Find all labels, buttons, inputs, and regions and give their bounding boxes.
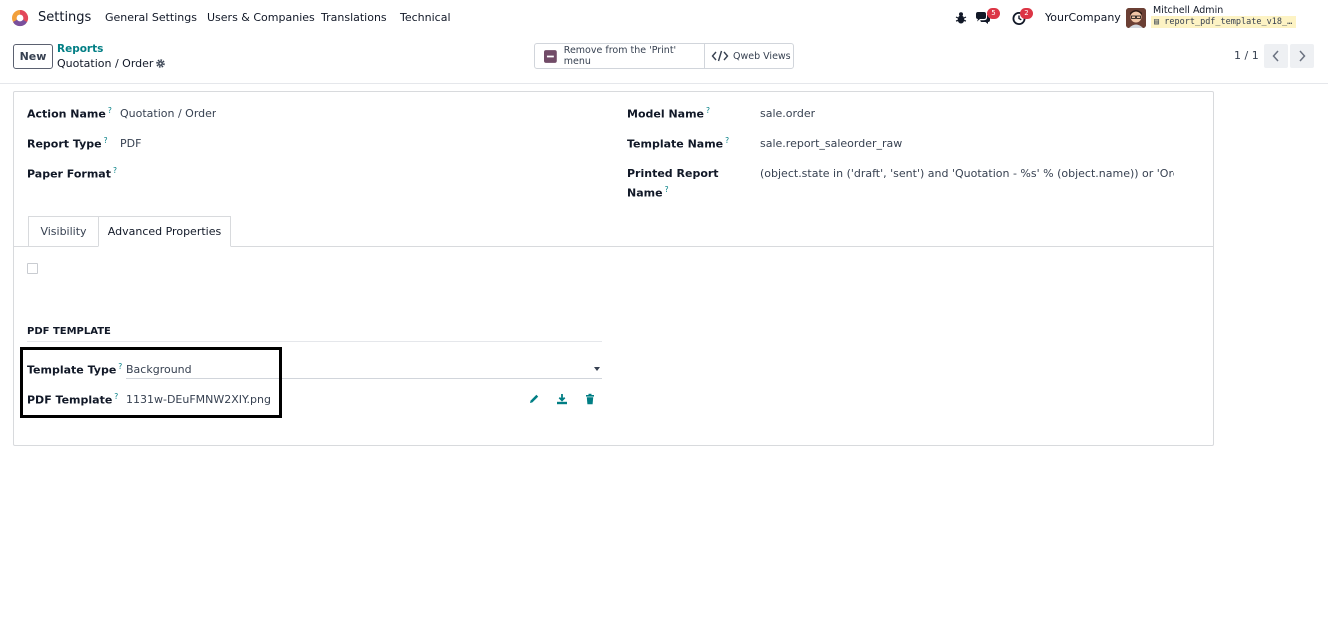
qweb-views-label: Qweb Views <box>733 50 791 62</box>
model-name-field[interactable]: sale.order <box>760 107 815 120</box>
remove-from-print-menu-label: Remove from the 'Print' menu <box>563 45 677 67</box>
report-type-label: Report Type? <box>27 136 108 151</box>
user-avatar[interactable] <box>1126 8 1146 28</box>
code-icon <box>711 50 729 62</box>
database-icon: ▤ <box>1154 17 1165 27</box>
pdf-template-section-title: PDF TEMPLATE <box>27 326 111 337</box>
printed-report-label-line1: Printed Report <box>627 167 719 180</box>
pager-previous-button[interactable] <box>1264 44 1288 68</box>
action-name-field[interactable]: Quotation / Order <box>120 107 216 120</box>
minus-square-icon <box>544 49 557 63</box>
action-name-label-text: Action Name <box>27 107 106 121</box>
printed-report-name-field[interactable]: (object.state in ('draft', 'sent') and '… <box>760 167 1174 180</box>
trash-icon[interactable] <box>584 393 596 405</box>
template-name-label-text: Template Name <box>627 137 724 151</box>
remove-from-print-menu-button[interactable]: Remove from the 'Print' menu <box>535 44 704 68</box>
edit-pencil-icon[interactable] <box>528 393 540 405</box>
help-tooltip-icon[interactable]: ? <box>113 166 117 175</box>
control-panel-divider <box>0 83 1328 84</box>
gear-icon[interactable] <box>155 58 166 69</box>
action-button-group: Remove from the 'Print' menu Qweb Views <box>534 43 794 69</box>
qweb-views-button[interactable]: Qweb Views <box>704 44 793 68</box>
action-name-label: Action Name? <box>27 106 112 121</box>
report-type-label-text: Report Type <box>27 137 102 151</box>
app-name[interactable]: Settings <box>38 10 91 25</box>
help-tooltip-icon[interactable]: ? <box>725 136 729 145</box>
menu-translations[interactable]: Translations <box>321 11 387 24</box>
menu-users-companies[interactable]: Users & Companies <box>207 11 315 24</box>
messages-badge: 5 <box>987 8 1000 19</box>
pager-next-button[interactable] <box>1290 44 1314 68</box>
tab-visibility[interactable]: Visibility <box>28 216 99 247</box>
help-tooltip-icon[interactable]: ? <box>665 185 669 194</box>
pager-value[interactable]: 1 / 1 <box>1234 49 1259 62</box>
printed-report-name-label: Printed Report Name? <box>627 166 719 202</box>
menu-general-settings[interactable]: General Settings <box>105 11 197 24</box>
checkbox[interactable] <box>27 263 38 274</box>
odoo-app-icon[interactable] <box>11 9 29 27</box>
breadcrumb-current: Quotation / Order <box>57 57 154 70</box>
help-tooltip-icon[interactable]: ? <box>706 106 710 115</box>
top-navbar: Settings General Settings Users & Compan… <box>0 0 1328 36</box>
model-name-label-text: Model Name <box>627 107 704 121</box>
section-divider <box>27 341 602 342</box>
bug-icon[interactable] <box>953 10 969 26</box>
paper-format-label-text: Paper Format <box>27 167 111 181</box>
model-name-label: Model Name? <box>627 106 710 121</box>
menu-technical[interactable]: Technical <box>400 11 451 24</box>
template-name-field[interactable]: sale.report_saleorder_raw <box>760 137 902 150</box>
tab-advanced-properties[interactable]: Advanced Properties <box>98 216 231 247</box>
breadcrumb-reports[interactable]: Reports <box>57 43 103 55</box>
help-tooltip-icon[interactable]: ? <box>104 136 108 145</box>
download-icon[interactable] <box>556 393 568 405</box>
highlight-annotation-box <box>20 347 282 418</box>
chevron-left-icon <box>1272 50 1279 62</box>
new-button[interactable]: New <box>13 44 53 69</box>
form-sheet: Action Name? Quotation / Order Report Ty… <box>13 91 1214 446</box>
activities-badge: 2 <box>1020 8 1033 19</box>
company-switcher[interactable]: YourCompany <box>1045 11 1121 24</box>
database-label: report_pdf_template_v18_… <box>1164 17 1293 27</box>
paper-format-label: Paper Format? <box>27 166 117 181</box>
chevron-right-icon <box>1299 50 1306 62</box>
user-name[interactable]: Mitchell Admin <box>1153 5 1223 16</box>
help-tooltip-icon[interactable]: ? <box>108 106 112 115</box>
report-type-field[interactable]: PDF <box>120 137 141 150</box>
printed-report-label-line2: Name <box>627 186 663 200</box>
dropdown-caret-icon[interactable] <box>594 367 600 371</box>
database-name: ▤ report_pdf_template_v18_… <box>1151 16 1297 28</box>
template-name-label: Template Name? <box>627 136 729 151</box>
